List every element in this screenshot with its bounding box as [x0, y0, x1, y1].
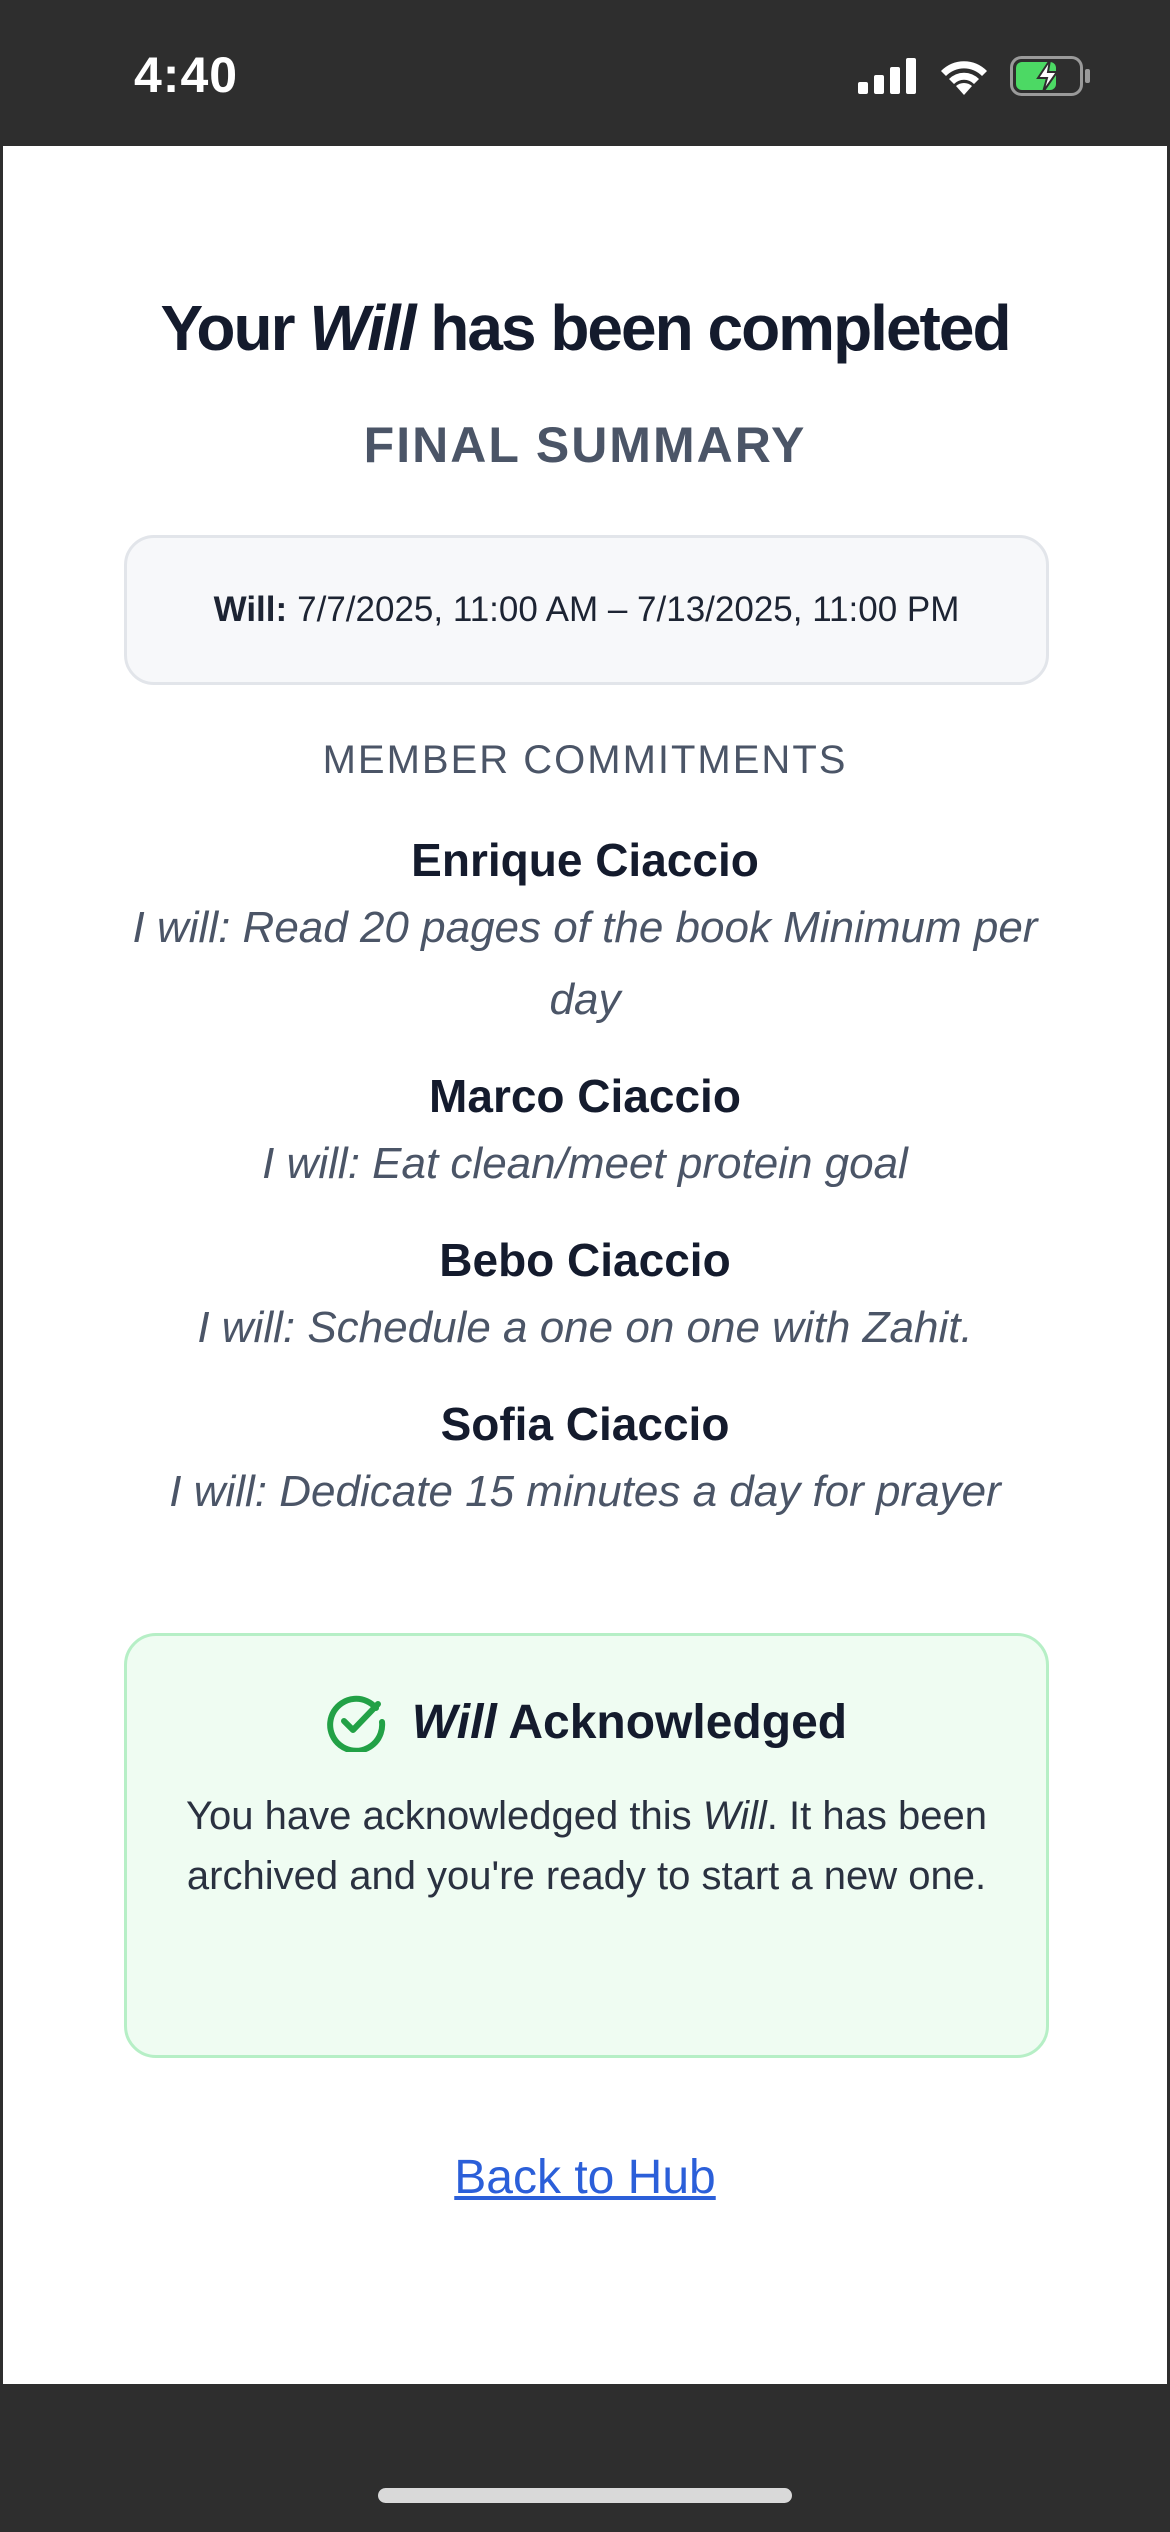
member-name: Bebo Ciaccio	[439, 1234, 731, 1286]
acknowledged-card: Will Acknowledged You have acknowledged …	[124, 1633, 1049, 2058]
list-item: Bebo Ciaccio I will: Schedule a one on o…	[113, 1228, 1057, 1364]
page-title: Your Will has been completed	[3, 291, 1167, 365]
home-bar-area	[0, 2384, 1170, 2532]
member-commitments-heading: MEMBER COMMITMENTS	[322, 738, 848, 782]
title-suffix: has been completed	[430, 292, 1011, 364]
ack-body-prefix: You have acknowledged this	[186, 1794, 692, 1838]
status-icons	[858, 56, 1092, 96]
acknowledged-message: You have acknowledged this Will. It has …	[167, 1786, 1006, 1906]
status-bar: 4:40	[0, 0, 1170, 146]
member-commitment: I will: Read 20 pages of the book Minimu…	[132, 903, 1038, 1024]
member-name: Enrique Ciaccio	[411, 834, 759, 886]
acknowledged-heading: Will Acknowledged	[127, 1692, 1046, 1752]
title-italic: Will	[309, 292, 416, 364]
ack-title-italic: Will	[411, 1695, 497, 1749]
will-date-range: 7/7/2025, 11:00 AM – 7/13/2025, 11:00 PM	[297, 590, 960, 629]
list-item: Marco Ciaccio I will: Eat clean/meet pro…	[113, 1064, 1057, 1200]
will-date-card: Will: 7/7/2025, 11:00 AM – 7/13/2025, 11…	[124, 535, 1049, 685]
member-name: Sofia Ciaccio	[440, 1398, 730, 1450]
will-label: Will:	[213, 590, 288, 629]
member-name: Marco Ciaccio	[429, 1070, 741, 1122]
signal-icon	[858, 58, 916, 94]
acknowledged-title: Will Acknowledged	[412, 1695, 847, 1750]
home-indicator[interactable]	[378, 2488, 792, 2503]
back-link-container: Back to Hub	[3, 2150, 1167, 2205]
check-circle-icon	[327, 1695, 386, 1752]
list-item: Enrique Ciaccio I will: Read 20 pages of…	[113, 828, 1057, 1036]
member-commitment: I will: Dedicate 15 minutes a day for pr…	[169, 1467, 1001, 1516]
member-list: Enrique Ciaccio I will: Read 20 pages of…	[113, 828, 1057, 1556]
status-time: 4:40	[134, 47, 239, 103]
wifi-icon	[941, 61, 987, 95]
member-commitment: I will: Schedule a one on one with Zahit…	[197, 1303, 973, 1352]
battery-charging-icon	[1010, 56, 1090, 96]
ack-title-rest: Acknowledged	[508, 1695, 848, 1749]
ack-body-italic: Will	[702, 1794, 767, 1838]
list-item: Sofia Ciaccio I will: Dedicate 15 minute…	[113, 1392, 1057, 1528]
member-commitment: I will: Eat clean/meet protein goal	[262, 1139, 908, 1188]
final-summary-heading: FINAL SUMMARY	[363, 417, 807, 473]
back-to-hub-link[interactable]: Back to Hub	[454, 2151, 715, 2204]
will-summary-page: Your Will has been completed FINAL SUMMA…	[3, 146, 1167, 2384]
title-prefix: Your	[160, 292, 295, 364]
